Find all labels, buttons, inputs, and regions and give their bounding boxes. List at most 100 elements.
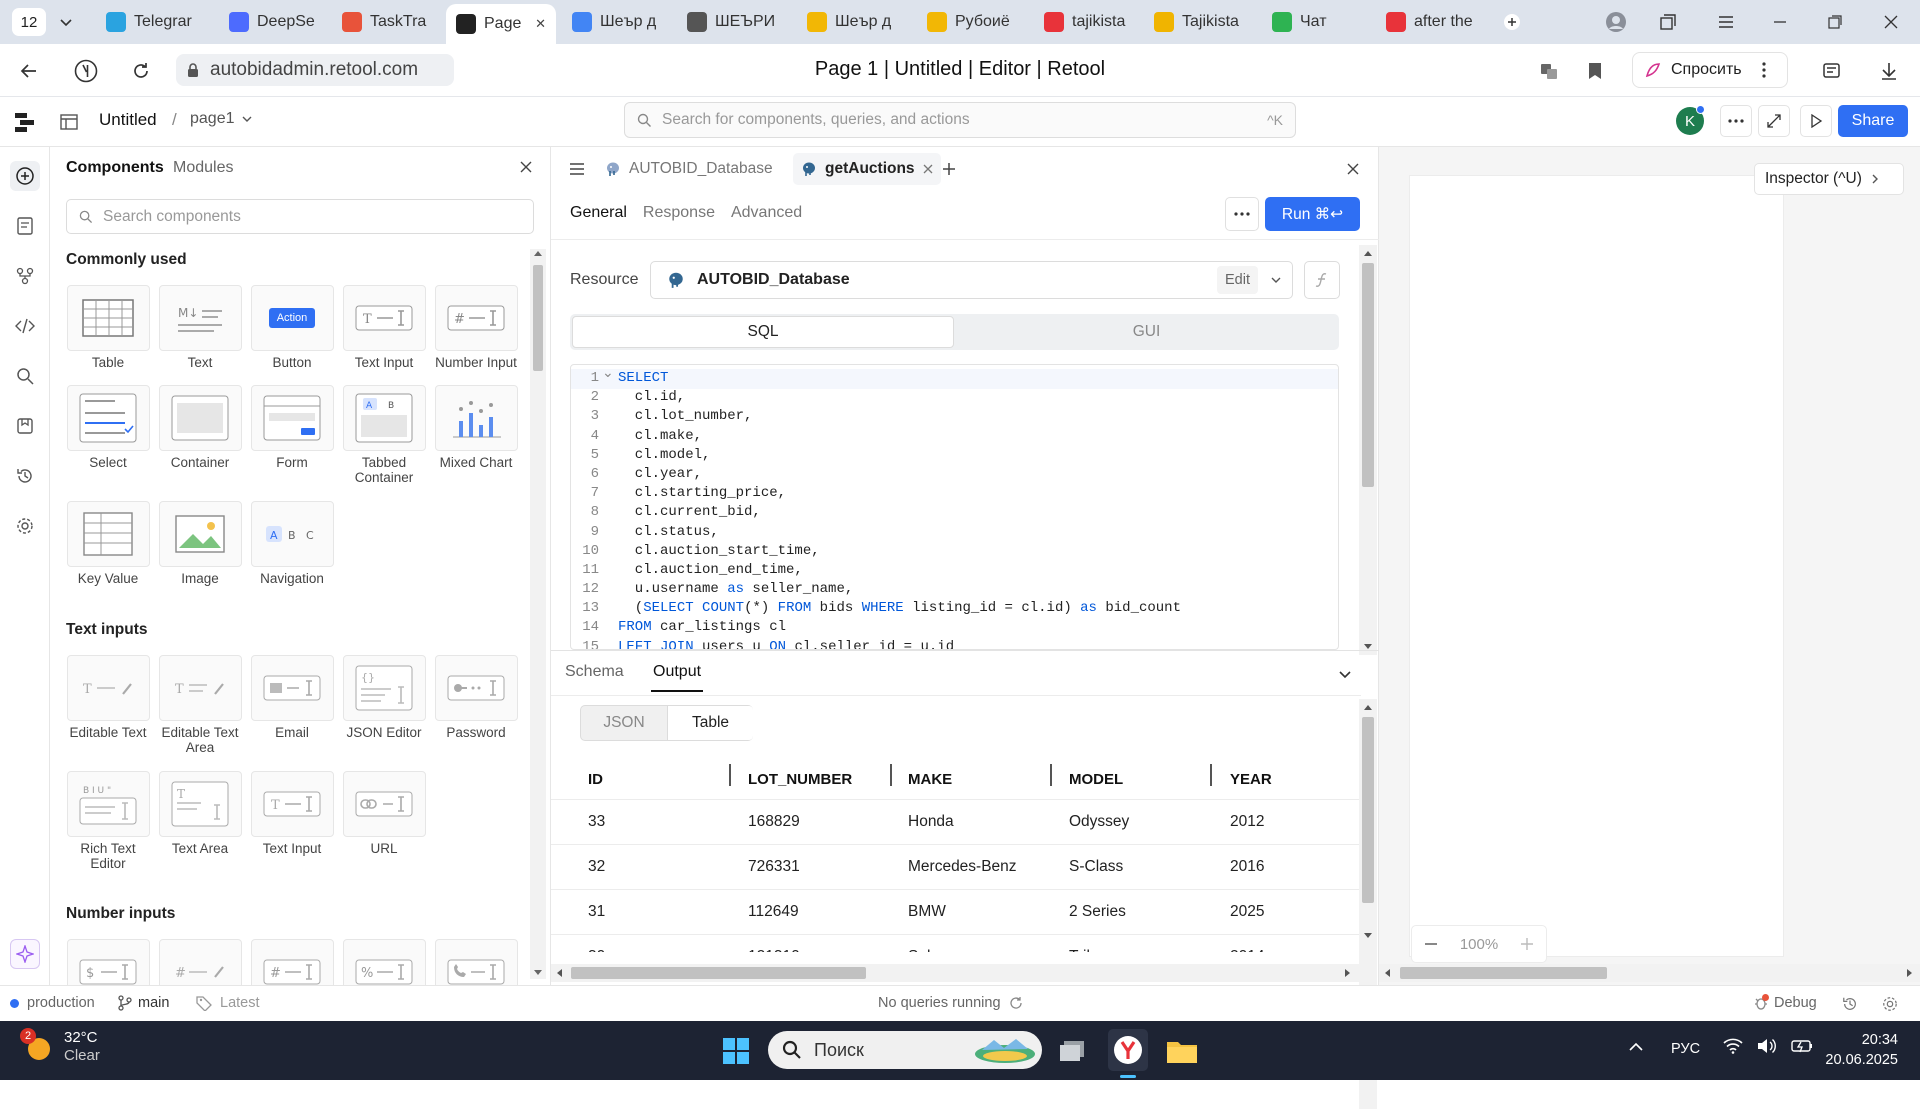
bottom-tab-schema[interactable]: Schema: [565, 663, 624, 681]
url-field[interactable]: autobidadmin.retool.com: [176, 54, 454, 86]
task-view-icon[interactable]: [1056, 1035, 1088, 1067]
view-table[interactable]: Table: [667, 706, 753, 740]
table-row[interactable]: 30 121310 Subaru Tribeca 2014: [551, 935, 1361, 952]
browser-tab[interactable]: Page ✕: [446, 4, 556, 44]
browser-tab[interactable]: ШЕЪРИ: [677, 6, 787, 38]
profile-icon[interactable]: [1604, 10, 1628, 34]
component-tile-navigation[interactable]: ABC Navigation: [250, 501, 334, 586]
tray-icons[interactable]: [1723, 1038, 1813, 1054]
component-tile-url[interactable]: URL: [342, 771, 426, 856]
column-resizer[interactable]: [1210, 764, 1212, 786]
zoom-out-icon[interactable]: [1424, 937, 1438, 951]
component-tile-password[interactable]: Password: [434, 655, 518, 740]
ask-alice-button[interactable]: Спросить: [1632, 52, 1788, 88]
component-tile-text[interactable]: M↓ Text: [158, 285, 242, 370]
history-icon[interactable]: [12, 463, 38, 489]
component-tile-image[interactable]: Image: [158, 501, 242, 586]
sql-editor[interactable]: 1 SELECT ⌄ 2 cl.id, 3 cl.lot_number, 4 cl.mak…: [570, 364, 1339, 650]
settings-icon[interactable]: [1878, 994, 1902, 1014]
component-tile-text-input-2[interactable]: T Text Input: [250, 771, 334, 856]
back-icon[interactable]: [16, 58, 42, 84]
scroll-down-arrow[interactable]: [534, 970, 542, 975]
close-tab-icon[interactable]: [923, 164, 933, 174]
scroll-thumb[interactable]: [1400, 967, 1607, 979]
component-tile-number-input[interactable]: # Number Input: [434, 285, 518, 370]
chevron-down-icon[interactable]: [1270, 274, 1282, 286]
app-canvas[interactable]: [1409, 175, 1784, 957]
settings-icon[interactable]: [12, 513, 38, 539]
inspector-toggle[interactable]: Inspector (^U): [1754, 163, 1904, 195]
ai-assist-icon[interactable]: [10, 939, 40, 969]
browser-tab[interactable]: Tajikista: [1144, 6, 1254, 38]
scroll-left-arrow[interactable]: [1385, 969, 1390, 977]
column-header-year[interactable]: YEAR: [1230, 771, 1272, 788]
scroll-thumb[interactable]: [533, 265, 543, 371]
component-tile-container[interactable]: Container: [158, 385, 242, 470]
file-explorer-icon[interactable]: [1164, 1035, 1200, 1067]
column-header-id[interactable]: ID: [588, 771, 603, 788]
add-query-icon[interactable]: [937, 157, 961, 181]
scroll-thumb[interactable]: [1362, 717, 1374, 903]
search-icon[interactable]: [12, 363, 38, 389]
component-tile-rich-text-editor[interactable]: B I U " Rich Text Editor: [66, 771, 150, 871]
branch-selector[interactable]: main: [118, 995, 169, 1011]
tab-components[interactable]: Components: [66, 159, 164, 177]
table-row[interactable]: 33 168829 Honda Odyssey 2012: [551, 800, 1361, 845]
refresh-icon[interactable]: [1009, 996, 1023, 1010]
clock[interactable]: 20:34 20.06.2025: [1818, 1030, 1898, 1070]
editor-scrollbar[interactable]: [1359, 245, 1377, 655]
component-tile-form[interactable]: Form: [250, 385, 334, 470]
scroll-left-arrow[interactable]: [557, 969, 562, 977]
component-tile-number-input-2[interactable]: #: [250, 939, 334, 985]
subtab-response[interactable]: Response: [643, 204, 715, 222]
environment-selector[interactable]: production: [10, 995, 95, 1011]
component-tile-editable-number[interactable]: #: [158, 939, 242, 985]
resource-select[interactable]: AUTOBID_Database Edit: [650, 261, 1293, 299]
browser-tab[interactable]: Шеър д: [562, 6, 668, 38]
app-name[interactable]: Untitled: [99, 110, 157, 130]
column-header-make[interactable]: MAKE: [908, 771, 952, 788]
collapse-output-icon[interactable]: [1333, 662, 1357, 686]
tab-modules[interactable]: Modules: [173, 159, 233, 177]
app-layout-icon[interactable]: [56, 109, 82, 135]
scroll-thumb[interactable]: [1362, 263, 1374, 487]
column-resizer[interactable]: [890, 764, 892, 786]
yandex-logo-icon[interactable]: [72, 57, 100, 85]
browser-tab[interactable]: TaskTra: [332, 6, 438, 38]
subtab-advanced[interactable]: Advanced: [731, 204, 802, 222]
restore-icon[interactable]: [1823, 10, 1847, 34]
run-button[interactable]: Run ⌘↩: [1265, 197, 1360, 231]
state-icon[interactable]: [12, 413, 38, 439]
component-tree-icon[interactable]: [12, 263, 38, 289]
preview-button[interactable]: [1800, 105, 1832, 137]
view-json[interactable]: JSON: [581, 706, 667, 740]
collections-icon[interactable]: [1656, 10, 1680, 34]
mode-sql[interactable]: SQL: [572, 316, 954, 348]
fullscreen-button[interactable]: [1758, 105, 1790, 137]
share-button[interactable]: Share: [1838, 105, 1908, 137]
scroll-right-arrow[interactable]: [1907, 969, 1912, 977]
scroll-right-arrow[interactable]: [1345, 969, 1350, 977]
menu-icon[interactable]: [1714, 10, 1738, 34]
browser-tab[interactable]: Чат: [1262, 6, 1366, 38]
scroll-up-arrow[interactable]: [1364, 251, 1372, 256]
browser-tab[interactable]: DeepSe: [219, 6, 323, 38]
browser-tab[interactable]: Telegrar: [96, 6, 206, 38]
table-row[interactable]: 32 726331 Mercedes-Benz S-Class 2016: [551, 845, 1361, 890]
tab-list-chevron-icon[interactable]: [54, 10, 78, 34]
scroll-up-arrow[interactable]: [534, 251, 542, 256]
scroll-down-arrow[interactable]: [1364, 644, 1372, 649]
yandex-browser-taskbar-icon[interactable]: [1108, 1029, 1148, 1071]
component-tile-tabbed-container[interactable]: AB Tabbed Container: [342, 385, 426, 485]
browser-tab[interactable]: tajikista: [1034, 6, 1134, 38]
scroll-up-arrow[interactable]: [1364, 705, 1372, 710]
bottom-tab-output[interactable]: Output: [653, 663, 701, 681]
component-tile-table[interactable]: Table: [66, 285, 150, 370]
function-toggle-button[interactable]: [1304, 261, 1340, 299]
component-search-input[interactable]: Search components: [66, 199, 534, 234]
pages-icon[interactable]: [12, 213, 38, 239]
column-resizer[interactable]: [1050, 764, 1052, 786]
retool-logo-icon[interactable]: [12, 109, 38, 135]
browser-tab[interactable]: Рубоиё: [917, 6, 1025, 38]
more-menu-button[interactable]: [1720, 105, 1752, 137]
